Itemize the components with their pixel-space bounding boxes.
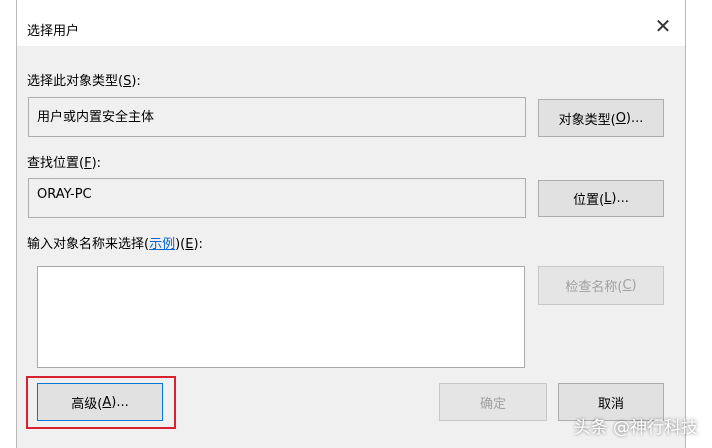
watermark-text: 头条 @神行科技 <box>573 418 698 438</box>
dialog-title: 选择用户 <box>27 24 80 39</box>
check-names-button[interactable]: 检查名称(C) <box>538 266 664 305</box>
locations-button[interactable]: 位置(L)... <box>538 180 664 217</box>
ok-button[interactable]: 确定 <box>439 383 547 421</box>
advanced-button[interactable]: 高级(A)... <box>37 383 163 421</box>
location-value: ORAY-PC <box>37 187 92 202</box>
object-names-input[interactable] <box>37 266 525 368</box>
object-type-value: 用户或内置安全主体 <box>37 110 155 125</box>
object-names-label: 输入对象名称来选择(示例)(E): <box>27 237 203 252</box>
object-types-button[interactable]: 对象类型(O)... <box>538 99 664 137</box>
location-label: 查找位置(F): <box>27 156 102 171</box>
title-bar: 选择用户 ✕ <box>17 0 685 46</box>
object-type-field: 用户或内置安全主体 <box>28 97 526 137</box>
close-icon[interactable]: ✕ <box>649 12 677 40</box>
location-field: ORAY-PC <box>28 178 526 218</box>
select-users-dialog: 选择用户 ✕ 选择此对象类型(S): 用户或内置安全主体 对象类型(O)... … <box>16 0 686 448</box>
examples-link[interactable]: 示例 <box>149 237 175 252</box>
object-type-label: 选择此对象类型(S): <box>27 74 141 89</box>
